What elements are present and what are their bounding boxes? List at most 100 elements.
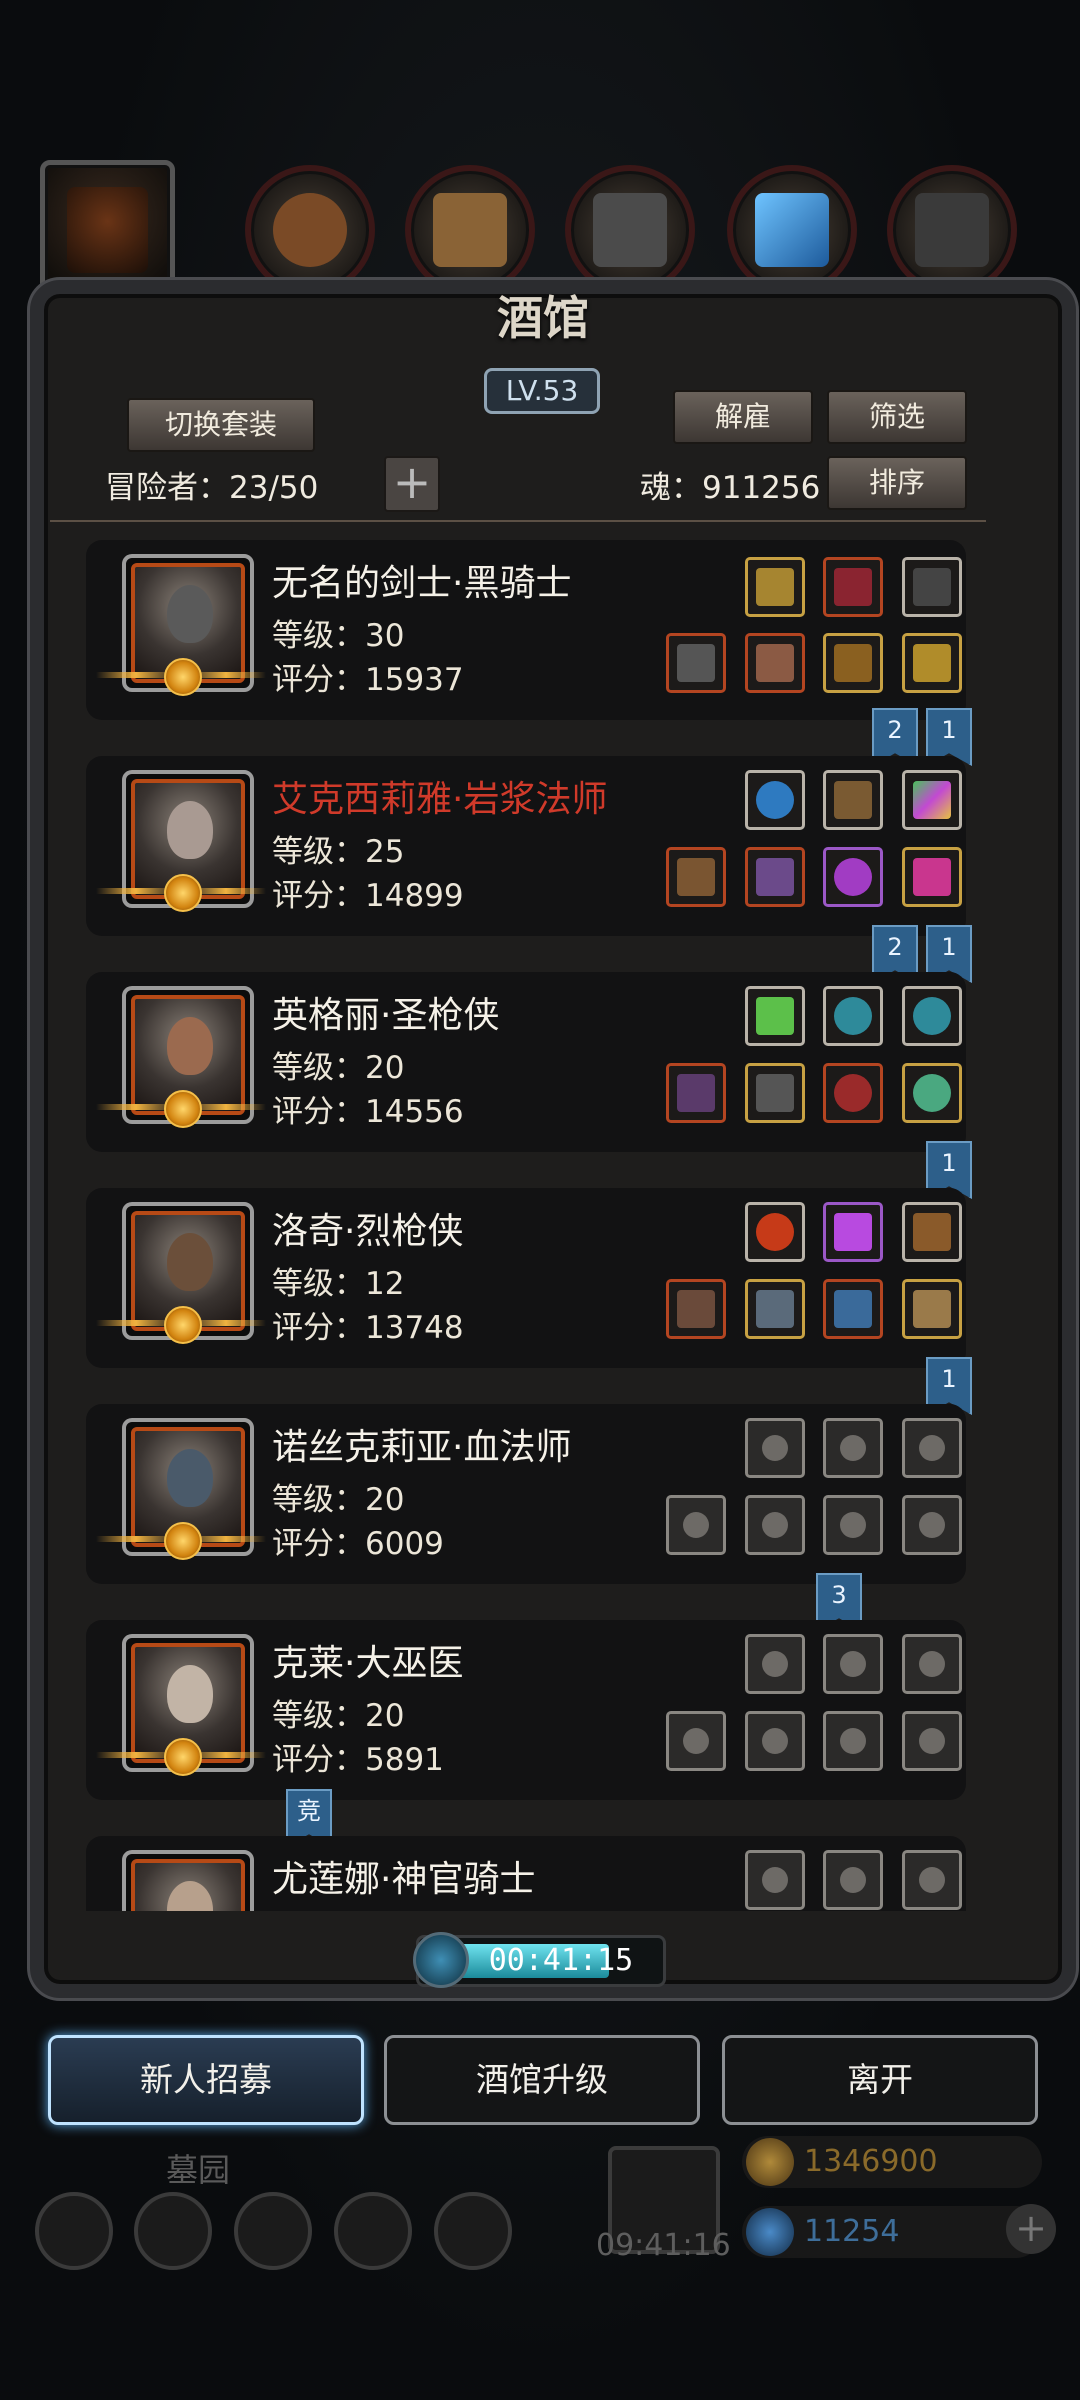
empty-slot[interactable] — [902, 1711, 962, 1771]
soul-count: 魂：911256 — [640, 470, 821, 506]
graveyard-label: 墓园 — [166, 2151, 231, 2189]
gem-icon — [746, 2208, 794, 2256]
rank-medal — [96, 1522, 266, 1560]
ring-placeholder-icon — [919, 1728, 945, 1754]
empty-slot[interactable] — [902, 1495, 962, 1555]
hero-row[interactable]: 诺丝克莉亚·血法师 等级：20 评分：6009 — [86, 1404, 966, 1584]
refresh-timer: 00:41:15 — [413, 1932, 666, 1988]
hero-row[interactable]: 克莱·大巫医 等级：20 评分：5891 — [86, 1620, 966, 1800]
add-gems-button: + — [1006, 2204, 1056, 2254]
hero-name: 洛奇·烈枪侠 — [272, 1211, 464, 1252]
equipment-slot[interactable] — [823, 1063, 883, 1123]
equipment-slot[interactable] — [902, 986, 962, 1046]
hourglass-placeholder-icon — [840, 1435, 866, 1461]
rank-medal — [96, 1306, 266, 1344]
add-slot-button[interactable]: + — [384, 456, 440, 512]
empty-slot[interactable] — [823, 1850, 883, 1910]
empty-slot[interactable] — [745, 1634, 805, 1694]
hero-row[interactable]: 英格丽·圣枪侠 等级：20 评分：14556 — [86, 972, 966, 1152]
leave-button[interactable]: 离开 — [722, 2035, 1038, 2125]
teal-gem-icon — [913, 997, 951, 1035]
empty-slot[interactable] — [902, 1418, 962, 1478]
mail-icon — [334, 2192, 412, 2270]
rank-medal — [96, 658, 266, 696]
pendant-icon — [913, 858, 951, 896]
equipment-slot[interactable] — [823, 1202, 883, 1262]
equipment-slot[interactable] — [902, 633, 962, 693]
recruit-button[interactable]: 新人招募 — [48, 2035, 364, 2125]
empty-slot[interactable] — [823, 1418, 883, 1478]
rank-medal — [96, 874, 266, 912]
bracer-icon — [834, 1290, 872, 1328]
dismiss-button[interactable]: 解雇 — [673, 390, 813, 444]
armor-placeholder-icon — [762, 1512, 788, 1538]
tavern-upgrade-button[interactable]: 酒馆升级 — [384, 2035, 700, 2125]
equipment-slot[interactable] — [902, 770, 962, 830]
equipment-slot[interactable] — [902, 557, 962, 617]
equipment-slot[interactable] — [745, 847, 805, 907]
hooded-hero-tab[interactable] — [40, 160, 175, 300]
gem-counter: 11254 — [742, 2206, 1042, 2258]
bag-tab[interactable] — [245, 165, 375, 295]
hourglass-placeholder-icon — [840, 1651, 866, 1677]
equipment-slot[interactable] — [666, 847, 726, 907]
staff-icon — [677, 858, 715, 896]
equipment-slot[interactable] — [745, 633, 805, 693]
flame-placeholder-icon — [762, 1435, 788, 1461]
empty-slot[interactable] — [666, 1495, 726, 1555]
equipment-slot[interactable] — [823, 847, 883, 907]
empty-slot[interactable] — [745, 1418, 805, 1478]
hero-level: 等级：12 — [272, 1266, 405, 1302]
empty-slot[interactable] — [666, 1711, 726, 1771]
filter-button[interactable]: 筛选 — [827, 390, 967, 444]
empty-slot[interactable] — [823, 1711, 883, 1771]
equipment-slot[interactable] — [745, 770, 805, 830]
flame-placeholder-icon — [762, 1651, 788, 1677]
hero-row[interactable]: 无名的剑士·黑骑士 等级：30 评分：15937 — [86, 540, 966, 720]
empty-slot[interactable] — [745, 1495, 805, 1555]
equipment-slot[interactable] — [745, 1202, 805, 1262]
hero-row[interactable]: 艾克西莉雅·岩浆法师 等级：25 评分：14899 — [86, 756, 966, 936]
equipment-slot[interactable] — [745, 557, 805, 617]
wood-tab[interactable] — [405, 165, 535, 295]
hero-row[interactable]: 尤莲娜·神官骑士 — [86, 1836, 966, 1911]
empty-slot[interactable] — [823, 1495, 883, 1555]
equipment-slot[interactable] — [666, 1279, 726, 1339]
equipment-slot[interactable] — [902, 1063, 962, 1123]
lantern-icon — [913, 1213, 951, 1251]
equipment-slot[interactable] — [823, 633, 883, 693]
demon-mask-icon — [834, 568, 872, 606]
sort-button[interactable]: 排序 — [827, 456, 967, 510]
equipment-slot[interactable] — [823, 770, 883, 830]
top-tab-bar — [35, 150, 1045, 300]
equipment-slot[interactable] — [745, 1063, 805, 1123]
staff-placeholder-icon — [683, 1512, 709, 1538]
empty-slot[interactable] — [902, 1634, 962, 1694]
equipment-slot[interactable] — [823, 986, 883, 1046]
equipment-slot[interactable] — [902, 847, 962, 907]
empty-slot[interactable] — [745, 1711, 805, 1771]
equipment-slot[interactable] — [745, 1279, 805, 1339]
equipment-slot[interactable] — [902, 1202, 962, 1262]
equipment-slot[interactable] — [666, 633, 726, 693]
hero-list[interactable]: 无名的剑士·黑骑士 等级：30 评分：15937 2 1 艾克西莉雅·岩浆法师 … — [50, 535, 990, 1911]
empty-slot[interactable] — [823, 1634, 883, 1694]
hero-score: 评分：6009 — [272, 1526, 444, 1562]
empty-slot[interactable] — [902, 1850, 962, 1910]
stone-tab[interactable] — [565, 165, 695, 295]
shield-icon — [913, 644, 951, 682]
hero-score: 评分：14899 — [272, 878, 464, 914]
equipment-slot[interactable] — [902, 1279, 962, 1339]
equipment-slot[interactable] — [823, 1279, 883, 1339]
orb-icon — [756, 781, 794, 819]
equipment-slot[interactable] — [745, 986, 805, 1046]
equipment-slot[interactable] — [823, 557, 883, 617]
hero-score: 评分：13748 — [272, 1310, 464, 1346]
hero-row[interactable]: 洛奇·烈枪侠 等级：12 评分：13748 — [86, 1188, 966, 1368]
crystal-tab[interactable] — [727, 165, 857, 295]
empty-slot[interactable] — [745, 1850, 805, 1910]
timer-text: 00:41:15 — [488, 1943, 634, 1978]
switch-outfit-button[interactable]: 切换套装 — [127, 398, 315, 452]
equipment-slot[interactable] — [666, 1063, 726, 1123]
iron-tab[interactable] — [887, 165, 1017, 295]
